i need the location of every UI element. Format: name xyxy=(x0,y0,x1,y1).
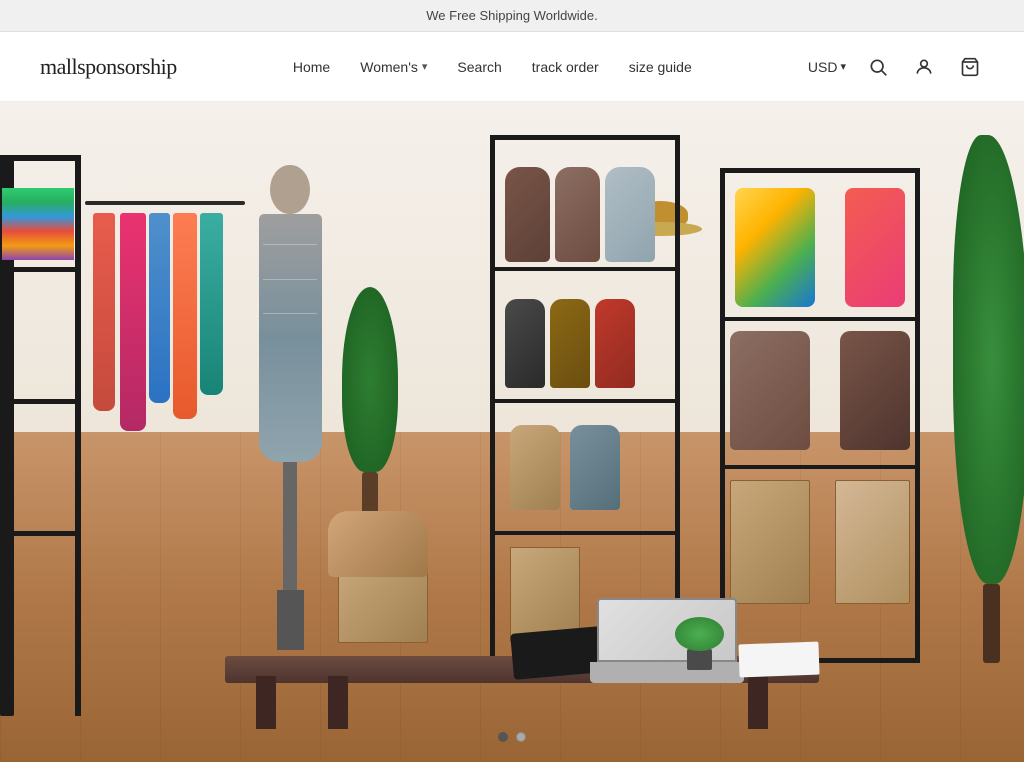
table-leg-left2 xyxy=(328,676,348,729)
cart-button[interactable] xyxy=(956,53,984,81)
hero-section xyxy=(0,102,1024,762)
user-icon xyxy=(914,57,934,77)
site-header: mallsponsorship Home Women's Search trac… xyxy=(0,32,1024,102)
folded-clothes xyxy=(2,188,74,261)
notebook xyxy=(739,642,820,678)
carousel-dot-1[interactable] xyxy=(498,732,508,742)
right-shelf-unit xyxy=(720,168,920,663)
center-shelf-unit xyxy=(490,135,680,663)
rack-top-bar xyxy=(0,155,75,161)
cart-icon xyxy=(960,57,980,77)
table-leg-left xyxy=(256,676,276,729)
shelf-bar-3 xyxy=(0,531,80,536)
nav-womens[interactable]: Women's xyxy=(360,59,427,75)
carousel-dot-2[interactable] xyxy=(516,732,526,742)
main-nav: Home Women's Search track order size gui… xyxy=(293,59,692,75)
banner-text: We Free Shipping Worldwide. xyxy=(426,8,598,23)
site-logo[interactable]: mallsponsorship xyxy=(40,54,177,80)
nav-size-guide[interactable]: size guide xyxy=(629,59,692,75)
nav-track-order[interactable]: track order xyxy=(532,59,599,75)
currency-selector[interactable]: USD xyxy=(808,59,846,75)
plant-right xyxy=(964,135,1019,663)
search-icon xyxy=(868,57,888,77)
search-button[interactable] xyxy=(864,53,892,81)
shelf-bar-1 xyxy=(0,267,80,272)
carousel-dots xyxy=(498,732,526,742)
shoe-on-box xyxy=(328,511,428,577)
table-leg-right xyxy=(748,676,768,729)
shelf-left-bar xyxy=(75,155,81,716)
small-plant xyxy=(682,617,717,670)
top-banner: We Free Shipping Worldwide. xyxy=(0,0,1024,32)
nav-home[interactable]: Home xyxy=(293,59,330,75)
nav-search[interactable]: Search xyxy=(457,59,501,75)
clothing-rack-area xyxy=(85,181,245,577)
mannequin xyxy=(245,155,335,650)
shelf-bar-2 xyxy=(0,399,80,404)
hero-background xyxy=(0,102,1024,762)
account-button[interactable] xyxy=(910,53,938,81)
header-icons: USD xyxy=(808,53,984,81)
